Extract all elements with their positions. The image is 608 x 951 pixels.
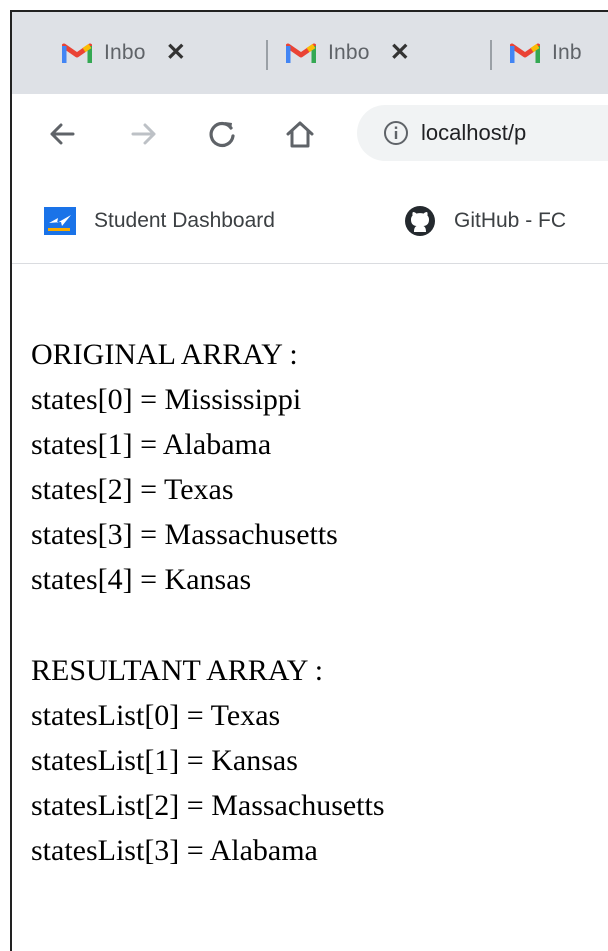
url-text[interactable]: localhost/p — [421, 120, 526, 146]
original-array-item: states[2] = Texas — [31, 473, 234, 506]
forward-button[interactable] — [124, 114, 164, 154]
tab-inbox-2[interactable]: Inbo ✕ — [286, 32, 410, 74]
browser-toolbar: localhost/p — [12, 94, 608, 174]
resultant-array-item: statesList[0] = Texas — [31, 699, 281, 732]
original-array-item: states[3] = Massachusetts — [31, 518, 338, 551]
back-button[interactable] — [42, 114, 82, 154]
bookmark-student-dashboard[interactable]: Student Dashboard — [44, 204, 275, 238]
page-content: ORIGINAL ARRAY : states[0] = Mississippi… — [12, 264, 608, 951]
resultant-array-heading: RESULTANT ARRAY : — [31, 654, 324, 687]
browser-window: Inbo ✕ Inbo ✕ Inb localhost/p Student Da… — [10, 10, 608, 951]
home-icon — [286, 121, 314, 148]
original-array-block: ORIGINAL ARRAY : states[0] = Mississippi… — [31, 332, 338, 602]
bookmarks-bar: Student Dashboard GitHub - FC — [12, 174, 608, 264]
back-arrow-icon — [50, 123, 75, 145]
bookmark-label: Student Dashboard — [94, 209, 275, 232]
original-array-item: states[4] = Kansas — [31, 563, 252, 596]
forward-arrow-icon — [131, 123, 156, 145]
tab-strip: Inbo ✕ Inbo ✕ Inb — [12, 12, 608, 94]
resultant-array-item: statesList[3] = Alabama — [31, 834, 318, 867]
student-dashboard-icon — [44, 207, 76, 235]
original-array-heading: ORIGINAL ARRAY : — [31, 338, 298, 371]
reload-icon — [209, 121, 235, 148]
address-bar[interactable]: localhost/p — [357, 105, 608, 161]
tab-inbox-3[interactable]: Inb — [510, 32, 582, 74]
original-array-item: states[1] = Alabama — [31, 428, 272, 461]
github-icon — [405, 206, 435, 236]
reload-button[interactable] — [202, 114, 242, 154]
gmail-icon — [510, 43, 540, 63]
tab-inbox-1[interactable]: Inbo ✕ — [62, 32, 186, 74]
gmail-icon — [62, 43, 92, 63]
gmail-icon — [286, 43, 316, 63]
bookmark-label: GitHub - FC — [454, 209, 567, 232]
tab-title: Inbo — [104, 41, 146, 64]
original-array-item: states[0] = Mississippi — [31, 383, 302, 416]
close-icon[interactable]: ✕ — [166, 41, 186, 65]
tab-title: Inb — [552, 41, 582, 64]
close-icon[interactable]: ✕ — [390, 41, 410, 65]
tab-separator — [266, 40, 268, 70]
resultant-array-item: statesList[1] = Kansas — [31, 744, 298, 777]
resultant-array-item: statesList[2] = Massachusetts — [31, 789, 385, 822]
info-icon[interactable] — [383, 120, 409, 146]
home-button[interactable] — [280, 114, 320, 154]
resultant-array-block: RESULTANT ARRAY : statesList[0] = Texas … — [31, 648, 385, 873]
bookmark-github[interactable]: GitHub - FC — [404, 204, 566, 238]
tab-title: Inbo — [328, 41, 370, 64]
tab-separator — [490, 40, 492, 70]
